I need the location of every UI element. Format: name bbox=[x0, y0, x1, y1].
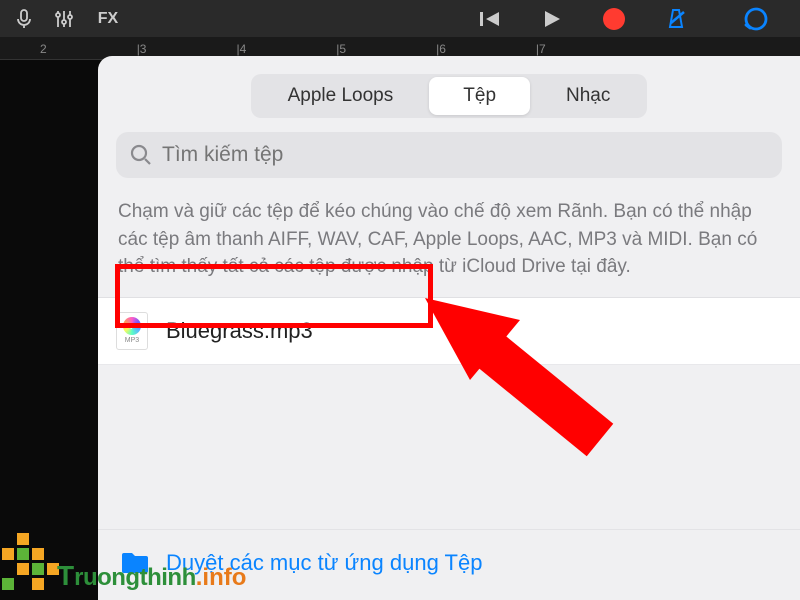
file-browser-popover: Apple Loops Tệp Nhạc Chạm và giữ các tệp… bbox=[98, 56, 800, 600]
transport-controls bbox=[474, 4, 692, 34]
search-input[interactable] bbox=[162, 143, 768, 167]
loop-browser-button[interactable] bbox=[740, 4, 772, 34]
metronome-button[interactable] bbox=[660, 4, 692, 34]
search-icon bbox=[130, 144, 152, 166]
watermark: T ruongthinh .info bbox=[2, 533, 246, 592]
file-row[interactable]: ♪ MP3 Bluegrass.mp3 bbox=[98, 298, 800, 365]
watermark-suffix: .info bbox=[196, 564, 247, 592]
file-list: ♪ MP3 Bluegrass.mp3 bbox=[98, 297, 800, 365]
record-icon bbox=[603, 8, 625, 30]
watermark-letter: T bbox=[57, 560, 74, 592]
search-field[interactable] bbox=[116, 132, 782, 178]
watermark-logo bbox=[2, 533, 59, 590]
ruler-mark: 2 bbox=[40, 42, 47, 56]
list-empty-area bbox=[98, 365, 800, 485]
ruler-mark: |7 bbox=[536, 42, 546, 56]
record-button[interactable] bbox=[598, 4, 630, 34]
ruler-mark: |4 bbox=[236, 42, 246, 56]
tab-files[interactable]: Tệp bbox=[429, 77, 530, 115]
mic-icon[interactable] bbox=[8, 4, 40, 34]
ruler-mark: |3 bbox=[137, 42, 147, 56]
top-toolbar: FX bbox=[0, 0, 800, 38]
ruler-mark: |5 bbox=[336, 42, 346, 56]
mp3-file-icon: ♪ MP3 bbox=[116, 312, 148, 350]
watermark-brand: ruongthinh bbox=[74, 564, 196, 592]
help-text: Chạm và giữ các tệp để kéo chúng vào chế… bbox=[98, 188, 800, 297]
tab-music[interactable]: Nhạc bbox=[532, 77, 644, 115]
source-segmented-control: Apple Loops Tệp Nhạc bbox=[251, 74, 648, 118]
fx-button[interactable]: FX bbox=[88, 4, 128, 34]
ruler-mark: |6 bbox=[436, 42, 446, 56]
play-button[interactable] bbox=[536, 4, 568, 34]
rewind-button[interactable] bbox=[474, 4, 506, 34]
tab-apple-loops[interactable]: Apple Loops bbox=[254, 77, 428, 115]
file-name: Bluegrass.mp3 bbox=[166, 318, 313, 344]
mixer-icon[interactable] bbox=[48, 4, 80, 34]
